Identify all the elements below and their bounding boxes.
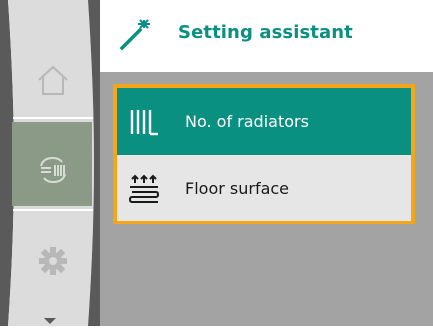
- control-mode-icon: [40, 156, 66, 184]
- chevron-down-icon: [44, 318, 56, 324]
- page-title: Setting assistant: [178, 22, 353, 43]
- menu-item-floor-surface[interactable]: Floor surface: [117, 155, 411, 221]
- gear-icon: [39, 247, 67, 275]
- side-navigation: [0, 0, 100, 326]
- scroll-down-indicator[interactable]: [38, 312, 62, 326]
- menu-item-label: Floor surface: [185, 178, 290, 198]
- menu-item-label: No. of radiators: [185, 112, 309, 131]
- magic-wand-icon: [119, 19, 150, 51]
- nav-settings-button[interactable]: [14, 226, 92, 296]
- nav-control-mode-button[interactable]: [14, 135, 92, 205]
- radiator-icon: [130, 109, 158, 135]
- header: Setting assistant: [100, 0, 433, 72]
- home-icon: [38, 65, 68, 95]
- floor-heating-icon: [128, 174, 160, 203]
- menu-item-radiators[interactable]: No. of radiators: [117, 88, 411, 155]
- setting-menu: No. of radiators Floor surface: [113, 84, 415, 224]
- nav-home-button[interactable]: [14, 45, 92, 115]
